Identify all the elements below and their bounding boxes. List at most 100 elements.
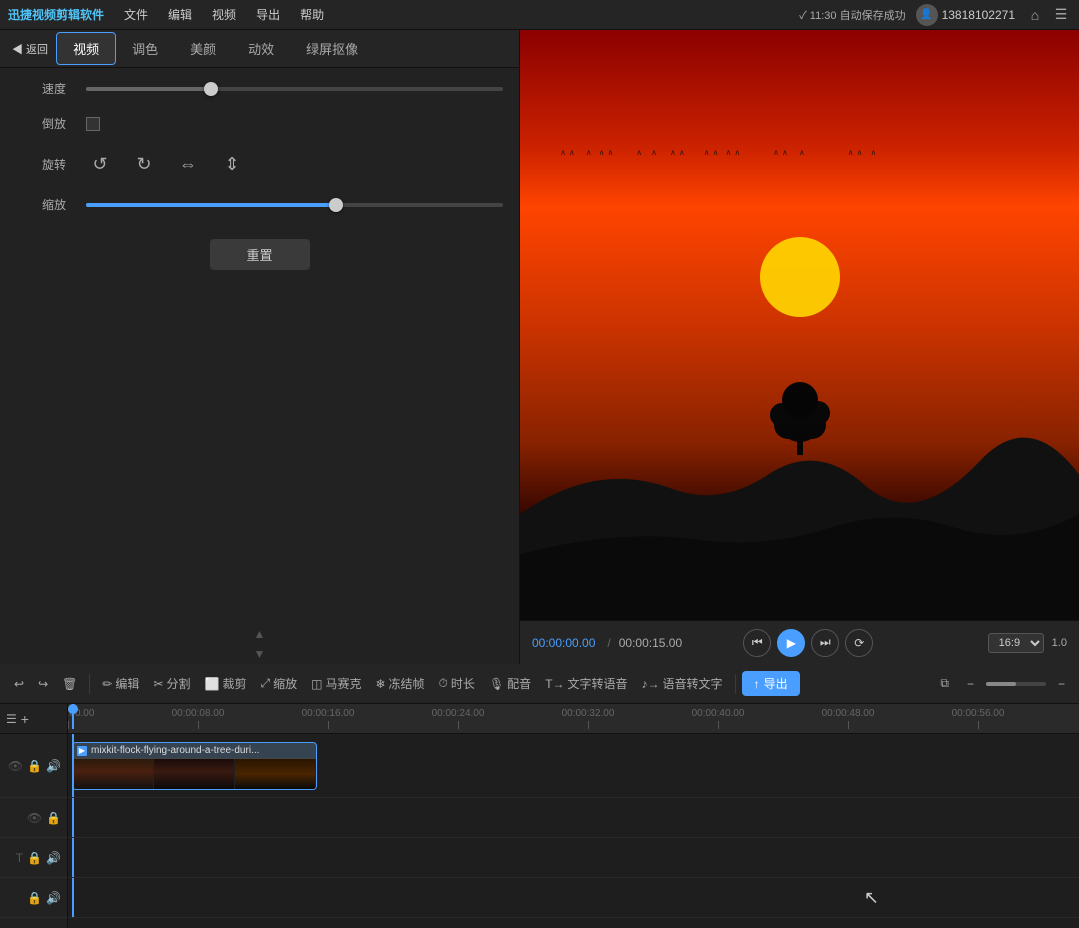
tabs-row: ◀ 返回 视频 调色 美颜 动效 绿屏抠像 — [0, 30, 519, 68]
text-to-speech-button[interactable]: T→ 文字转语音 — [539, 671, 633, 696]
home-icon[interactable]: ⌂ — [1025, 5, 1045, 25]
track-lock-icon[interactable]: 🔒 — [27, 759, 42, 773]
tree-silhouette — [770, 365, 830, 455]
voiceover-button[interactable]: 🎙 配音 — [483, 671, 537, 696]
voiceover-label: 配音 — [507, 675, 531, 692]
clip-thumb-3 — [235, 759, 316, 789]
aspect-ratio-select[interactable]: 16:9 9:16 1:1 — [988, 633, 1044, 653]
playhead-handle[interactable] — [68, 704, 78, 714]
export-icon: ↑ — [754, 677, 760, 691]
window-controls: ⌂ ☰ — [1025, 5, 1071, 25]
track-eye-icon-3[interactable]: T — [16, 851, 23, 865]
scale-tool-label: 缩放 — [273, 675, 297, 692]
track-lock-icon-2[interactable]: 🔒 — [46, 811, 61, 825]
redo-button[interactable]: ↪ — [32, 673, 54, 695]
clip-title: mixkit-flock-flying-around-a-tree-duri..… — [91, 745, 259, 756]
flip-h-button[interactable]: ⇔ — [174, 150, 202, 178]
next-frame-button[interactable]: ⏭ — [811, 629, 839, 657]
user-info[interactable]: 👤 13818102271 — [916, 4, 1015, 26]
track-icon-4[interactable]: 🔒 — [27, 891, 42, 905]
scroll-arrow-down: ▼ — [0, 644, 519, 664]
tab-beauty[interactable]: 美颜 — [174, 33, 232, 64]
reset-button[interactable]: 重置 — [210, 239, 310, 270]
play-pause-button[interactable]: ▶ — [777, 629, 805, 657]
playhead-line-4 — [72, 878, 74, 917]
track-eye-icon[interactable]: 👁 — [8, 759, 23, 773]
rotate-ccw-button[interactable]: ↺ — [86, 150, 114, 178]
menu-icon[interactable]: ☰ — [1051, 5, 1071, 25]
mask-icon: ◫ — [311, 677, 322, 691]
rotate-control: 旋转 ↺ ↻ ⇔ ⇕ — [16, 150, 503, 178]
zoom-level: 1.0 — [1052, 637, 1067, 649]
ruler-label-2: 00:00:16.00 — [302, 708, 355, 719]
menu-video[interactable]: 视频 — [204, 4, 244, 25]
speech-to-text-button[interactable]: ♪→ 语音转文字 — [636, 671, 729, 696]
playhead[interactable] — [72, 704, 74, 729]
speed-slider[interactable] — [86, 87, 503, 91]
cut-button[interactable]: ⬜ 裁剪 — [199, 671, 253, 696]
tab-video[interactable]: 视频 — [56, 32, 116, 65]
text-track-row[interactable] — [68, 838, 1079, 878]
timeline-menu-icon[interactable]: ☰ — [6, 712, 17, 726]
track-audio-icon-3[interactable]: 🔊 — [46, 851, 61, 865]
prev-frame-button[interactable]: ⏮ — [743, 629, 771, 657]
video-clip[interactable]: ▶ mixkit-flock-flying-around-a-tree-duri… — [72, 742, 317, 790]
video-track-row[interactable]: ▶ mixkit-flock-flying-around-a-tree-duri… — [68, 734, 1079, 798]
undo-button[interactable]: ↩ — [8, 673, 30, 695]
menu-help[interactable]: 帮助 — [292, 4, 332, 25]
zoom-out-button[interactable]: − — [961, 673, 980, 695]
reverse-label: 倒放 — [16, 115, 66, 132]
track-audio-icon-4[interactable]: 🔊 — [46, 891, 61, 905]
tab-color[interactable]: 调色 — [116, 33, 174, 64]
text-speech-icon: T→ — [545, 677, 564, 691]
zoom-in-button[interactable]: − — [1052, 673, 1071, 695]
mask-label: 马赛克 — [325, 675, 361, 692]
timeline-tracks: ▶ mixkit-flock-flying-around-a-tree-duri… — [68, 734, 1079, 928]
track-audio-icon[interactable]: 🔊 — [46, 759, 61, 773]
duration-label: 时长 — [451, 675, 475, 692]
audio-track-row-2[interactable]: ↖ — [68, 878, 1079, 918]
menu-file[interactable]: 文件 — [116, 4, 156, 25]
clock-icon: ⏱ — [439, 676, 448, 691]
ruler-label-7: 00:00:56.00 — [952, 708, 1005, 719]
reset-area: 重置 — [16, 231, 503, 278]
menu-edit[interactable]: 编辑 — [160, 4, 200, 25]
toolbar-sep-2 — [735, 674, 736, 694]
clip-thumb-2 — [154, 759, 235, 789]
timeline-zoom-slider[interactable] — [986, 682, 1046, 686]
tab-greenscreen[interactable]: 绿屏抠像 — [290, 33, 374, 64]
audio-track-row-1[interactable] — [68, 798, 1079, 838]
copy-button[interactable]: ⧉ — [934, 672, 955, 695]
scale-tool-button[interactable]: ⤢ 缩放 — [254, 671, 303, 696]
app-logo: 迅捷视频剪辑软件 — [8, 6, 104, 23]
edit-button[interactable]: ✏ 编辑 — [96, 671, 145, 696]
reverse-checkbox[interactable] — [86, 117, 100, 131]
back-button[interactable]: ◀ 返回 — [4, 37, 56, 61]
sun — [760, 237, 840, 317]
flip-v-button[interactable]: ⇕ — [218, 150, 246, 178]
mic-icon: 🎙 — [489, 677, 504, 691]
scale-label: 缩放 — [16, 196, 66, 213]
tab-effects[interactable]: 动效 — [232, 33, 290, 64]
rotate-cw-button[interactable]: ↻ — [130, 150, 158, 178]
delete-button[interactable]: 🗑 — [56, 673, 83, 695]
video-preview[interactable]: ∧∧∧ ∧∧ ∧∧ ∧∧ ∧∧ ∧∧ ∧∧ ∧ ∧∧ ∧ — [520, 30, 1079, 620]
track-lock-icon-3[interactable]: 🔒 — [27, 851, 42, 865]
scale-slider[interactable] — [86, 203, 503, 207]
split-icon: ✂ — [153, 677, 163, 691]
mask-button[interactable]: ◫ 马赛克 — [305, 671, 367, 696]
loop-button[interactable]: ⟳ — [845, 629, 873, 657]
timeline-add-icon[interactable]: + — [21, 711, 29, 727]
track-eye-icon-2[interactable]: 👁 — [27, 811, 42, 825]
reverse-checkbox-container — [86, 117, 100, 131]
playhead-line-2 — [72, 798, 74, 837]
menu-export[interactable]: 导出 — [248, 4, 288, 25]
video-track-left: 👁 🔒 🔊 — [0, 734, 67, 798]
freeze-button[interactable]: ❄ 冻结帧 — [369, 671, 430, 696]
menubar: 迅捷视频剪辑软件 文件 编辑 视频 导出 帮助 ✓ 11:30 自动保存成功 👤… — [0, 0, 1079, 30]
split-button[interactable]: ✂ 分割 — [147, 671, 196, 696]
export-button[interactable]: ↑ 导出 — [742, 671, 800, 696]
duration-button[interactable]: ⏱ 时长 — [433, 671, 481, 696]
timeline-ruler: 00:00:00.00 00:00:08.00 00:00:16.00 00:0… — [68, 704, 1079, 734]
clip-header: ▶ mixkit-flock-flying-around-a-tree-duri… — [73, 743, 316, 759]
